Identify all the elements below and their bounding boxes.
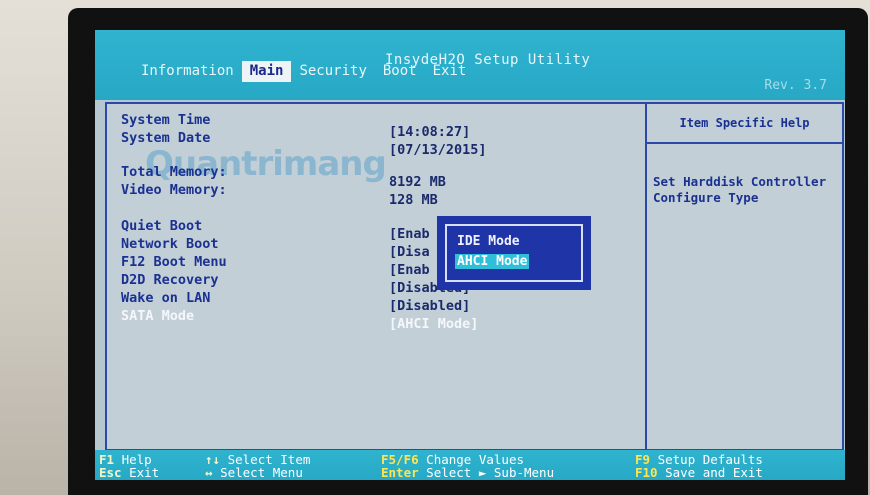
setting-label-total-memory: Total Memory: [121, 164, 227, 180]
footer-key-save-exit: F10 Save and Exit [635, 465, 763, 480]
setting-value-system-date[interactable]: [07/13/2015] [389, 142, 487, 158]
tab-bar: Information Main Security Boot Exit [133, 56, 474, 82]
help-text: Set Harddisk Controller Configure Type [653, 174, 827, 205]
sata-mode-popup: IDE Mode AHCI Mode [437, 216, 591, 290]
setting-label-d2d-recovery[interactable]: D2D Recovery [121, 272, 219, 288]
setting-label-network-boot[interactable]: Network Boot [121, 236, 219, 252]
tab-main[interactable]: Main [241, 61, 292, 82]
footer-key-enter: Enter Select ► Sub-Menu [381, 465, 555, 480]
title-bar: InsydeH2O Setup Utility Rev. 3.7 Informa… [95, 30, 845, 100]
tab-boot[interactable]: Boot [375, 61, 425, 82]
footer-keybar: F1 Help Esc Exit ↑↓ Select Item ↔ Select… [95, 450, 845, 480]
option-ahci-mode[interactable]: AHCI Mode [455, 254, 530, 269]
setting-value-total-memory: 8192 MB [389, 174, 446, 190]
setting-value-f12-boot-menu[interactable]: [Enab [389, 262, 430, 278]
footer-key-select-menu: ↔ Select Menu [205, 465, 303, 480]
help-title: Item Specific Help [647, 104, 842, 144]
tab-security[interactable]: Security [291, 61, 374, 82]
setting-label-system-time[interactable]: System Time [121, 112, 210, 128]
option-ide-mode[interactable]: IDE Mode [457, 234, 520, 249]
setting-label-wake-on-lan[interactable]: Wake on LAN [121, 290, 210, 306]
setting-value-network-boot[interactable]: [Disa [389, 244, 430, 260]
footer-key-exit: Esc Exit [99, 465, 160, 480]
setting-label-video-memory: Video Memory: [121, 182, 227, 198]
setting-value-quiet-boot[interactable]: [Enab [389, 226, 430, 242]
setting-label-quiet-boot[interactable]: Quiet Boot [121, 218, 202, 234]
panel-divider [645, 104, 647, 449]
revision-label: Rev. 3.7 [764, 78, 827, 93]
settings-panel: Quantrimang System Time [14:08:27] Syste… [105, 102, 844, 451]
setting-value-wake-on-lan[interactable]: [Disabled] [389, 298, 470, 314]
tab-exit[interactable]: Exit [425, 61, 475, 82]
setting-label-f12-boot-menu[interactable]: F12 Boot Menu [121, 254, 227, 270]
setting-label-sata-mode[interactable]: SATA Mode [121, 308, 194, 324]
setting-value-video-memory: 128 MB [389, 192, 438, 208]
setting-value-sata-mode[interactable]: [AHCI Mode] [389, 316, 478, 332]
setting-value-system-time[interactable]: [14:08:27] [389, 124, 470, 140]
popup-options-box: IDE Mode AHCI Mode [445, 224, 583, 282]
setting-label-system-date[interactable]: System Date [121, 130, 210, 146]
bios-screen: InsydeH2O Setup Utility Rev. 3.7 Informa… [95, 30, 845, 480]
tab-information[interactable]: Information [133, 61, 242, 82]
